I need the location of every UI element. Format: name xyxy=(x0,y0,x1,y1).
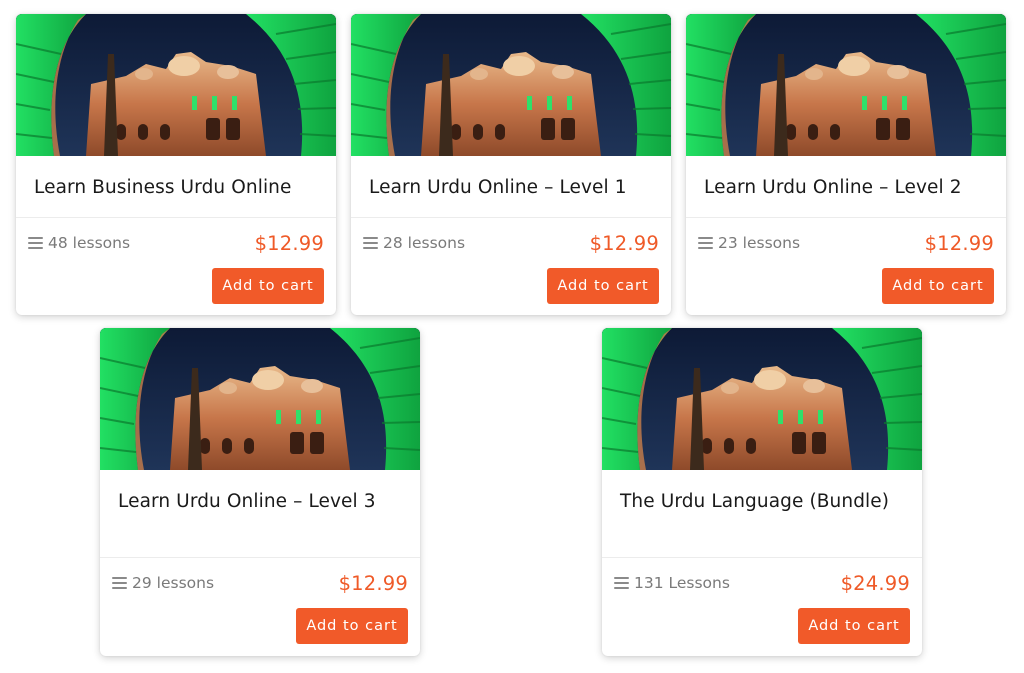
course-card[interactable]: Learn Business Urdu Online 48 lessons $1… xyxy=(16,14,336,315)
course-title[interactable]: Learn Urdu Online – Level 2 xyxy=(686,156,1006,217)
lesson-count: 29 lessons xyxy=(112,574,214,592)
course-price: $24.99 xyxy=(840,571,910,595)
course-thumbnail[interactable] xyxy=(686,14,1006,156)
course-card[interactable]: Learn Urdu Online – Level 1 28 lessons $… xyxy=(351,14,671,315)
course-card[interactable]: Learn Urdu Online – Level 2 23 lessons $… xyxy=(686,14,1006,315)
course-price: $12.99 xyxy=(338,571,408,595)
course-title[interactable]: Learn Urdu Online – Level 3 xyxy=(100,470,420,557)
lesson-count: 48 lessons xyxy=(28,234,130,252)
course-card[interactable]: The Urdu Language (Bundle) 131 Lessons $… xyxy=(602,328,922,656)
course-thumbnail[interactable] xyxy=(602,328,922,470)
list-icon xyxy=(363,237,378,249)
course-title[interactable]: Learn Business Urdu Online xyxy=(16,156,336,217)
list-icon xyxy=(112,577,127,589)
add-to-cart-button[interactable]: Add to cart xyxy=(296,608,408,644)
lesson-count: 23 lessons xyxy=(698,234,800,252)
course-thumbnail[interactable] xyxy=(100,328,420,470)
course-thumbnail[interactable] xyxy=(16,14,336,156)
course-card[interactable]: Learn Urdu Online – Level 3 29 lessons $… xyxy=(100,328,420,656)
add-to-cart-button[interactable]: Add to cart xyxy=(882,268,994,304)
lesson-count: 131 Lessons xyxy=(614,574,730,592)
list-icon xyxy=(698,237,713,249)
add-to-cart-button[interactable]: Add to cart xyxy=(798,608,910,644)
course-price: $12.99 xyxy=(589,231,659,255)
list-icon xyxy=(28,237,43,249)
course-title[interactable]: Learn Urdu Online – Level 1 xyxy=(351,156,671,217)
add-to-cart-button[interactable]: Add to cart xyxy=(547,268,659,304)
list-icon xyxy=(614,577,629,589)
course-thumbnail[interactable] xyxy=(351,14,671,156)
course-title[interactable]: The Urdu Language (Bundle) xyxy=(602,470,922,557)
course-price: $12.99 xyxy=(924,231,994,255)
add-to-cart-button[interactable]: Add to cart xyxy=(212,268,324,304)
lesson-count: 28 lessons xyxy=(363,234,465,252)
course-price: $12.99 xyxy=(254,231,324,255)
